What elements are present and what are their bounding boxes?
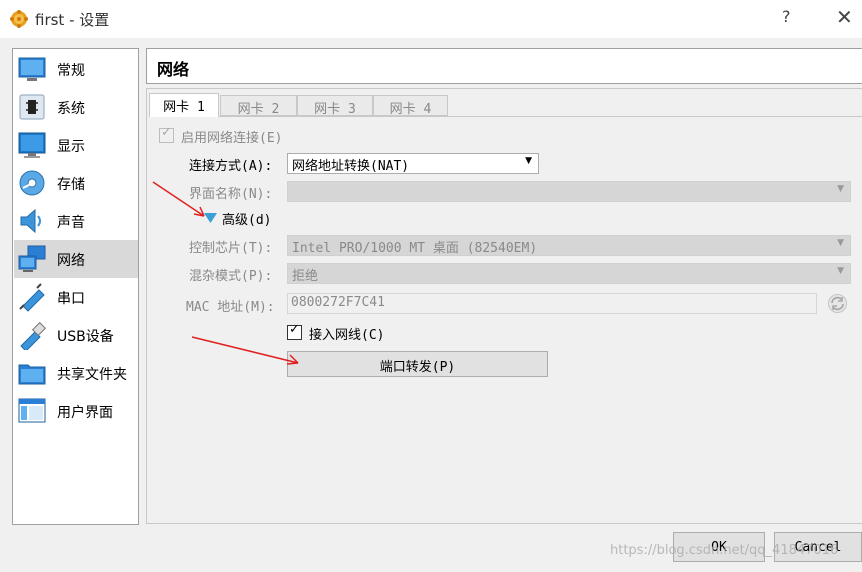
enable-adapter-checkbox[interactable]: ✓	[159, 125, 174, 143]
page-header: 网络	[146, 48, 862, 84]
settings-sidebar: 常规 系统 显示 存储 声音 网络 串口 USB设备 共享文件夹 用户界面	[12, 48, 139, 525]
settings-window: first - 设置 ? ✕ 常规 系统 显示 存储 声音 网络 串口 USB设…	[0, 0, 862, 572]
attached-to-select[interactable]: 网络地址转换(NAT) ▼	[287, 153, 539, 174]
sidebar-item-label: 共享文件夹	[57, 367, 127, 383]
tab-adapter-4[interactable]: 网卡 4	[373, 95, 448, 117]
serial-port-icon	[19, 283, 45, 312]
sidebar-item-storage[interactable]: 存储	[14, 164, 138, 202]
refresh-mac-icon[interactable]	[827, 293, 848, 314]
sidebar-item-shared-folders[interactable]: 共享文件夹	[14, 354, 138, 392]
sidebar-item-general[interactable]: 常规	[14, 50, 138, 88]
display-icon	[18, 132, 46, 158]
sidebar-item-network[interactable]: 网络	[14, 240, 138, 278]
attached-to-label: 连接方式(A):	[189, 159, 273, 174]
sidebar-item-label: 显示	[57, 139, 85, 155]
dropdown-arrow-icon: ▼	[525, 156, 532, 166]
cable-connected-label: 接入网线(C)	[309, 328, 385, 343]
sidebar-item-label: 声音	[57, 215, 85, 231]
sidebar-item-serial-port[interactable]: 串口	[14, 278, 138, 316]
promiscuous-mode-value: 拒绝	[292, 269, 319, 284]
tab-adapter-1[interactable]: 网卡 1	[149, 93, 219, 117]
tab-adapter-2[interactable]: 网卡 2	[220, 95, 297, 117]
sidebar-item-label: USB设备	[57, 329, 114, 345]
sidebar-item-label: 系统	[57, 101, 85, 117]
promiscuous-mode-select[interactable]: 拒绝 ▼	[287, 263, 851, 284]
dropdown-arrow-icon: ▼	[837, 238, 844, 248]
adapter-type-value: Intel PRO/1000 MT 桌面 (82540EM)	[292, 241, 538, 256]
storage-icon	[19, 170, 45, 196]
sidebar-item-label: 串口	[57, 291, 85, 307]
audio-icon	[20, 208, 41, 234]
interface-name-select[interactable]: ▼	[287, 181, 851, 202]
sidebar-item-label: 常规	[57, 63, 85, 79]
close-button[interactable]: ✕	[836, 5, 853, 29]
shared-folder-icon	[18, 364, 46, 385]
tab-adapter-3[interactable]: 网卡 3	[297, 95, 373, 117]
help-button[interactable]: ?	[782, 7, 791, 26]
sidebar-item-usb[interactable]: USB设备	[14, 316, 138, 354]
annotation-arrow	[152, 181, 205, 217]
promiscuous-mode-label: 混杂模式(P):	[189, 269, 273, 284]
annotation-arrow	[191, 336, 299, 365]
adapter-type-label: 控制芯片(T):	[189, 241, 273, 256]
user-interface-icon	[18, 398, 46, 423]
dropdown-arrow-icon: ▼	[837, 184, 844, 194]
port-forwarding-button[interactable]: 端口转发(P)	[287, 351, 548, 377]
title-bar: first - 设置 ? ✕	[0, 0, 862, 38]
sidebar-item-label: 存储	[57, 177, 85, 193]
enable-adapter-label: 启用网络连接(E)	[181, 131, 283, 146]
adapter-type-select[interactable]: Intel PRO/1000 MT 桌面 (82540EM) ▼	[287, 235, 851, 256]
system-icon	[19, 94, 45, 120]
sidebar-item-audio[interactable]: 声音	[14, 202, 138, 240]
sidebar-item-user-interface[interactable]: 用户界面	[14, 392, 138, 430]
general-icon	[18, 57, 46, 81]
page-title: 网络	[157, 60, 190, 79]
mac-address-label: MAC 地址(M):	[186, 300, 275, 315]
usb-icon	[20, 321, 47, 350]
advanced-toggle[interactable]: 高级(d)	[222, 209, 271, 228]
sidebar-item-system[interactable]: 系统	[14, 88, 138, 126]
window-title: first - 设置	[35, 11, 110, 29]
attached-to-value: 网络地址转换(NAT)	[292, 159, 410, 174]
watermark: https://blog.csdn.net/qq_41847016	[610, 543, 839, 558]
dropdown-arrow-icon: ▼	[837, 266, 844, 276]
virtualbox-app-icon	[10, 10, 28, 28]
network-icon	[18, 245, 46, 272]
mac-address-value: 0800272F7C41	[291, 295, 385, 310]
sidebar-item-label: 用户界面	[57, 405, 113, 421]
checkmark-icon: ✓	[161, 125, 172, 140]
mac-address-field[interactable]: 0800272F7C41	[287, 293, 817, 314]
sidebar-item-display[interactable]: 显示	[14, 126, 138, 164]
sidebar-item-label: 网络	[57, 253, 85, 269]
